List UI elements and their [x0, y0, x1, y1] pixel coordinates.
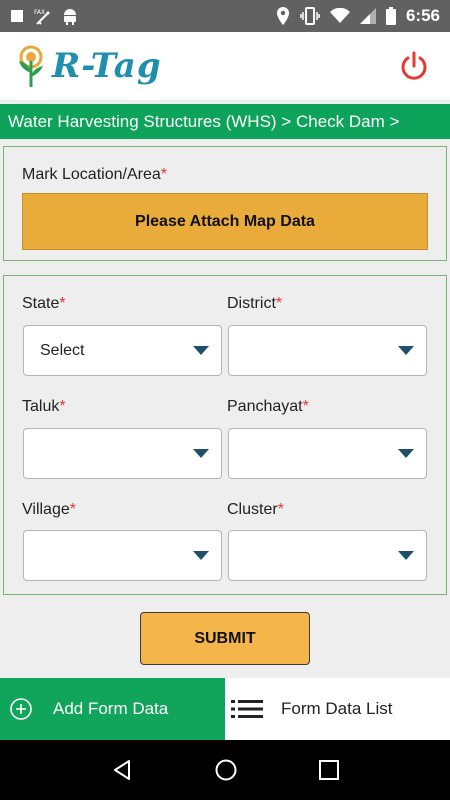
mark-location-label-text: Mark Location/Area: [22, 166, 161, 183]
chevron-down-icon: [398, 449, 414, 458]
required-marker: *: [277, 501, 284, 518]
district-label: District*: [227, 295, 282, 313]
tab-form-data-list[interactable]: Form Data List: [225, 678, 450, 740]
taluk-label: Taluk*: [22, 398, 66, 416]
list-icon: [231, 700, 263, 718]
address-panel: State* District* Select Taluk* Panchayat…: [3, 275, 447, 595]
required-marker: *: [69, 501, 76, 518]
required-marker: *: [59, 398, 66, 415]
svg-text:FAX: FAX: [34, 9, 45, 16]
chevron-down-icon: [398, 551, 414, 560]
android-icon: [64, 9, 76, 25]
signal-icon: [359, 8, 376, 24]
required-marker: *: [59, 295, 66, 312]
cluster-select[interactable]: [228, 530, 427, 581]
status-bar: FAX 6:56: [0, 0, 450, 32]
cluster-label: Cluster*: [227, 501, 284, 519]
panchayat-label-text: Panchayat: [227, 398, 303, 415]
mark-location-label: Mark Location/Area*: [22, 166, 167, 184]
state-label-text: State: [22, 295, 60, 312]
required-marker: *: [160, 166, 167, 183]
recents-icon[interactable]: [318, 759, 340, 781]
back-icon[interactable]: [110, 758, 134, 782]
logo-icon: [19, 45, 43, 87]
location-panel: Mark Location/Area* Please Attach Map Da…: [3, 146, 447, 261]
fax-icon: FAX: [34, 9, 50, 25]
chevron-down-icon: [193, 449, 209, 458]
home-icon[interactable]: [214, 758, 238, 782]
taluk-select[interactable]: [23, 428, 222, 479]
district-label-text: District: [227, 295, 276, 312]
chevron-down-icon: [398, 346, 414, 355]
cluster-label-text: Cluster: [227, 501, 278, 518]
battery-icon: [385, 7, 396, 25]
state-select-value: Select: [40, 341, 85, 359]
location-icon: [276, 7, 289, 25]
panchayat-label: Panchayat*: [227, 398, 309, 416]
state-select[interactable]: Select: [23, 325, 222, 376]
village-select[interactable]: [23, 530, 222, 581]
attach-map-button[interactable]: Please Attach Map Data: [22, 193, 428, 250]
chevron-down-icon: [193, 346, 209, 355]
taluk-label-text: Taluk: [22, 398, 60, 415]
state-label: State*: [22, 295, 66, 313]
breadcrumb: Water Harvesting Structures (WHS) > Chec…: [0, 104, 450, 139]
village-label: Village*: [22, 501, 76, 519]
tab-add-label: Add Form Data: [53, 699, 169, 718]
app-logo-text: R-Tag: [52, 46, 162, 86]
add-circle-icon: [10, 698, 32, 720]
panchayat-select[interactable]: [228, 428, 427, 479]
status-time: 6:56: [405, 6, 440, 25]
system-nav-bar: [0, 740, 450, 800]
stop-icon: [11, 10, 23, 22]
district-select[interactable]: [228, 325, 427, 376]
bottom-tabs: Add Form Data Form Data List: [0, 678, 450, 740]
tab-list-label: Form Data List: [281, 699, 393, 718]
vibrate-icon: [300, 7, 320, 25]
required-marker: *: [275, 295, 283, 312]
submit-button[interactable]: SUBMIT: [140, 612, 310, 665]
chevron-down-icon: [193, 551, 209, 560]
required-marker: *: [302, 398, 309, 415]
wifi-icon: [329, 8, 350, 23]
power-icon: [401, 51, 427, 80]
village-label-text: Village: [22, 501, 70, 518]
tab-add-form-data[interactable]: Add Form Data: [0, 678, 225, 740]
power-button[interactable]: [394, 46, 434, 86]
app-header: R-Tag: [0, 32, 450, 100]
